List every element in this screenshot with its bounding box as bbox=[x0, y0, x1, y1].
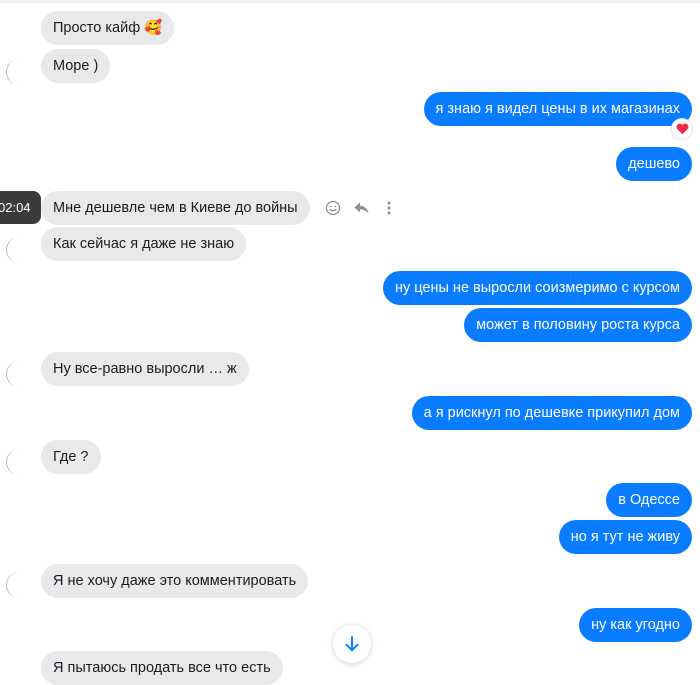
chat-thread[interactable]: Просто кайф 🥰 Море ) я знаю я видел цены … bbox=[0, 0, 700, 685]
message-incoming[interactable]: Мне дешевле чем в Киеве до войны bbox=[41, 191, 310, 225]
message-actions bbox=[322, 196, 400, 220]
smiling-face-hearts-emoji: 🥰 bbox=[144, 20, 163, 37]
smile-icon[interactable] bbox=[322, 197, 344, 219]
message-outgoing[interactable]: я знаю я видел цены в их магазинах bbox=[423, 92, 692, 126]
reply-icon[interactable] bbox=[350, 197, 372, 219]
message-text: а я рискнул по дешевке прикупил дом bbox=[423, 405, 680, 421]
scroll-to-bottom-button[interactable] bbox=[333, 625, 371, 663]
message-text: я знаю я видел цены в их магазинах bbox=[435, 101, 680, 117]
message-incoming[interactable]: Я не хочу даже это комментировать bbox=[41, 564, 309, 598]
message-incoming[interactable]: Я пытаюсь продать все что есть bbox=[41, 651, 283, 685]
more-vertical-icon[interactable] bbox=[378, 197, 400, 219]
message-text: но я тут не живу bbox=[570, 529, 680, 545]
avatar[interactable] bbox=[6, 361, 32, 387]
message-incoming[interactable]: Ну все-равно выросли … ж bbox=[41, 352, 249, 386]
message-text: ну цены не выросли соизмеримо с курсом bbox=[394, 280, 680, 296]
message-text: ну как угодно bbox=[591, 617, 680, 633]
message-text: Море ) bbox=[53, 58, 99, 74]
message-text: Ну все-равно выросли … ж bbox=[53, 361, 237, 377]
message-outgoing[interactable]: но я тут не живу bbox=[558, 520, 692, 554]
heart-reaction-icon[interactable] bbox=[672, 119, 692, 139]
message-incoming[interactable]: Море ) bbox=[41, 49, 111, 83]
message-text: в Одессе bbox=[618, 492, 680, 508]
message-outgoing[interactable]: ну как угодно bbox=[579, 608, 692, 642]
message-text: Просто кайф bbox=[53, 20, 141, 36]
message-text: Мне дешевле чем в Киеве до войны bbox=[53, 200, 298, 216]
avatar[interactable] bbox=[6, 449, 32, 475]
message-text: Как сейчас я даже не знаю bbox=[53, 236, 235, 252]
message-incoming[interactable]: Где ? bbox=[41, 440, 101, 474]
message-outgoing[interactable]: в Одессе bbox=[606, 483, 692, 517]
timestamp-text: 02:04 bbox=[0, 200, 31, 215]
timestamp-tooltip: 02:04 bbox=[0, 191, 41, 224]
arrow-down-icon bbox=[345, 636, 359, 652]
message-text: Где ? bbox=[53, 449, 89, 465]
message-text: может в половину роста курса bbox=[476, 317, 680, 333]
message-outgoing[interactable]: ну цены не выросли соизмеримо с курсом bbox=[382, 271, 692, 305]
avatar[interactable] bbox=[6, 59, 32, 85]
message-incoming[interactable]: Как сейчас я даже не знаю bbox=[41, 227, 247, 261]
message-text: Я пытаюсь продать все что есть bbox=[53, 660, 271, 676]
message-outgoing[interactable]: дешево bbox=[616, 147, 692, 181]
avatar[interactable] bbox=[6, 572, 32, 598]
avatar[interactable] bbox=[6, 237, 32, 263]
message-text: Я не хочу даже это комментировать bbox=[53, 573, 297, 589]
message-outgoing[interactable]: а я рискнул по дешевке прикупил дом bbox=[411, 396, 692, 430]
message-incoming[interactable]: Просто кайф 🥰 bbox=[41, 11, 175, 45]
message-outgoing[interactable]: может в половину роста курса bbox=[464, 308, 692, 342]
message-text: дешево bbox=[628, 156, 680, 172]
